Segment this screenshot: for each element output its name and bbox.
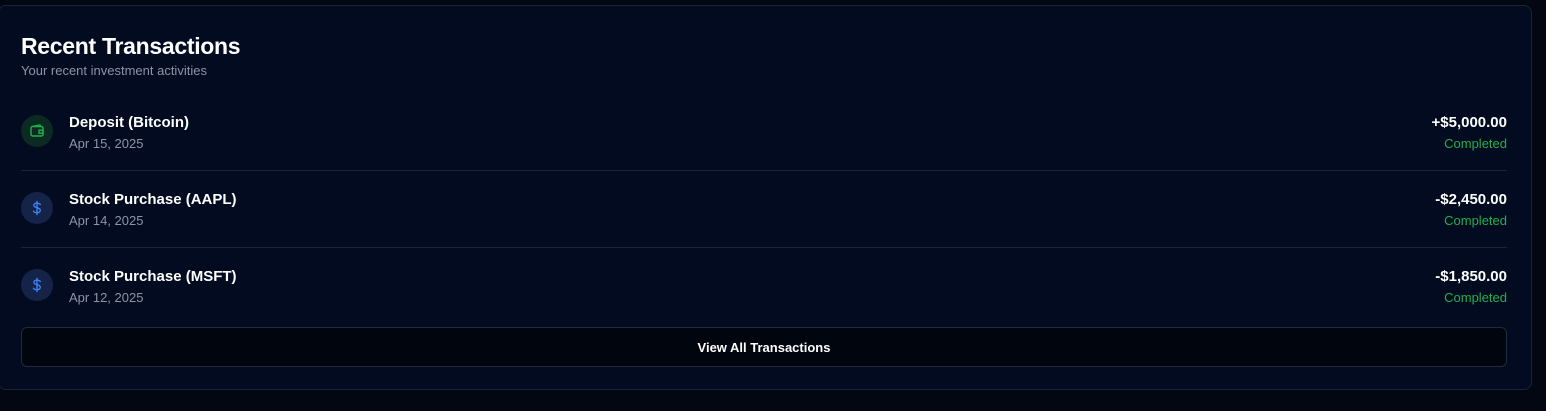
transaction-name: Stock Purchase (AAPL) xyxy=(69,191,237,208)
transaction-row: Stock Purchase (MSFT) Apr 12, 2025 -$1,8… xyxy=(21,248,1507,325)
transaction-amount: -$2,450.00 xyxy=(1435,191,1507,208)
transaction-date: Apr 12, 2025 xyxy=(69,290,144,305)
card-subtitle: Your recent investment activities xyxy=(21,63,207,78)
transaction-status: Completed xyxy=(1444,136,1507,151)
transaction-name: Deposit (Bitcoin) xyxy=(69,114,189,131)
recent-transactions-card: Recent Transactions Your recent investme… xyxy=(0,5,1532,390)
transaction-name: Stock Purchase (MSFT) xyxy=(69,268,237,285)
view-all-transactions-button[interactable]: View All Transactions xyxy=(21,327,1507,367)
transaction-amount: -$1,850.00 xyxy=(1435,268,1507,285)
wallet-icon xyxy=(21,115,53,147)
dollar-icon xyxy=(21,269,53,301)
transaction-date: Apr 14, 2025 xyxy=(69,213,144,228)
transaction-amount: +$5,000.00 xyxy=(1431,114,1508,131)
transaction-row: Deposit (Bitcoin) Apr 15, 2025 +$5,000.0… xyxy=(21,94,1507,171)
transaction-date: Apr 15, 2025 xyxy=(69,136,144,151)
dollar-icon xyxy=(21,192,53,224)
card-title: Recent Transactions xyxy=(21,33,241,59)
transaction-status: Completed xyxy=(1444,213,1507,228)
transaction-status: Completed xyxy=(1444,290,1507,305)
transaction-row: Stock Purchase (AAPL) Apr 14, 2025 -$2,4… xyxy=(21,171,1507,248)
